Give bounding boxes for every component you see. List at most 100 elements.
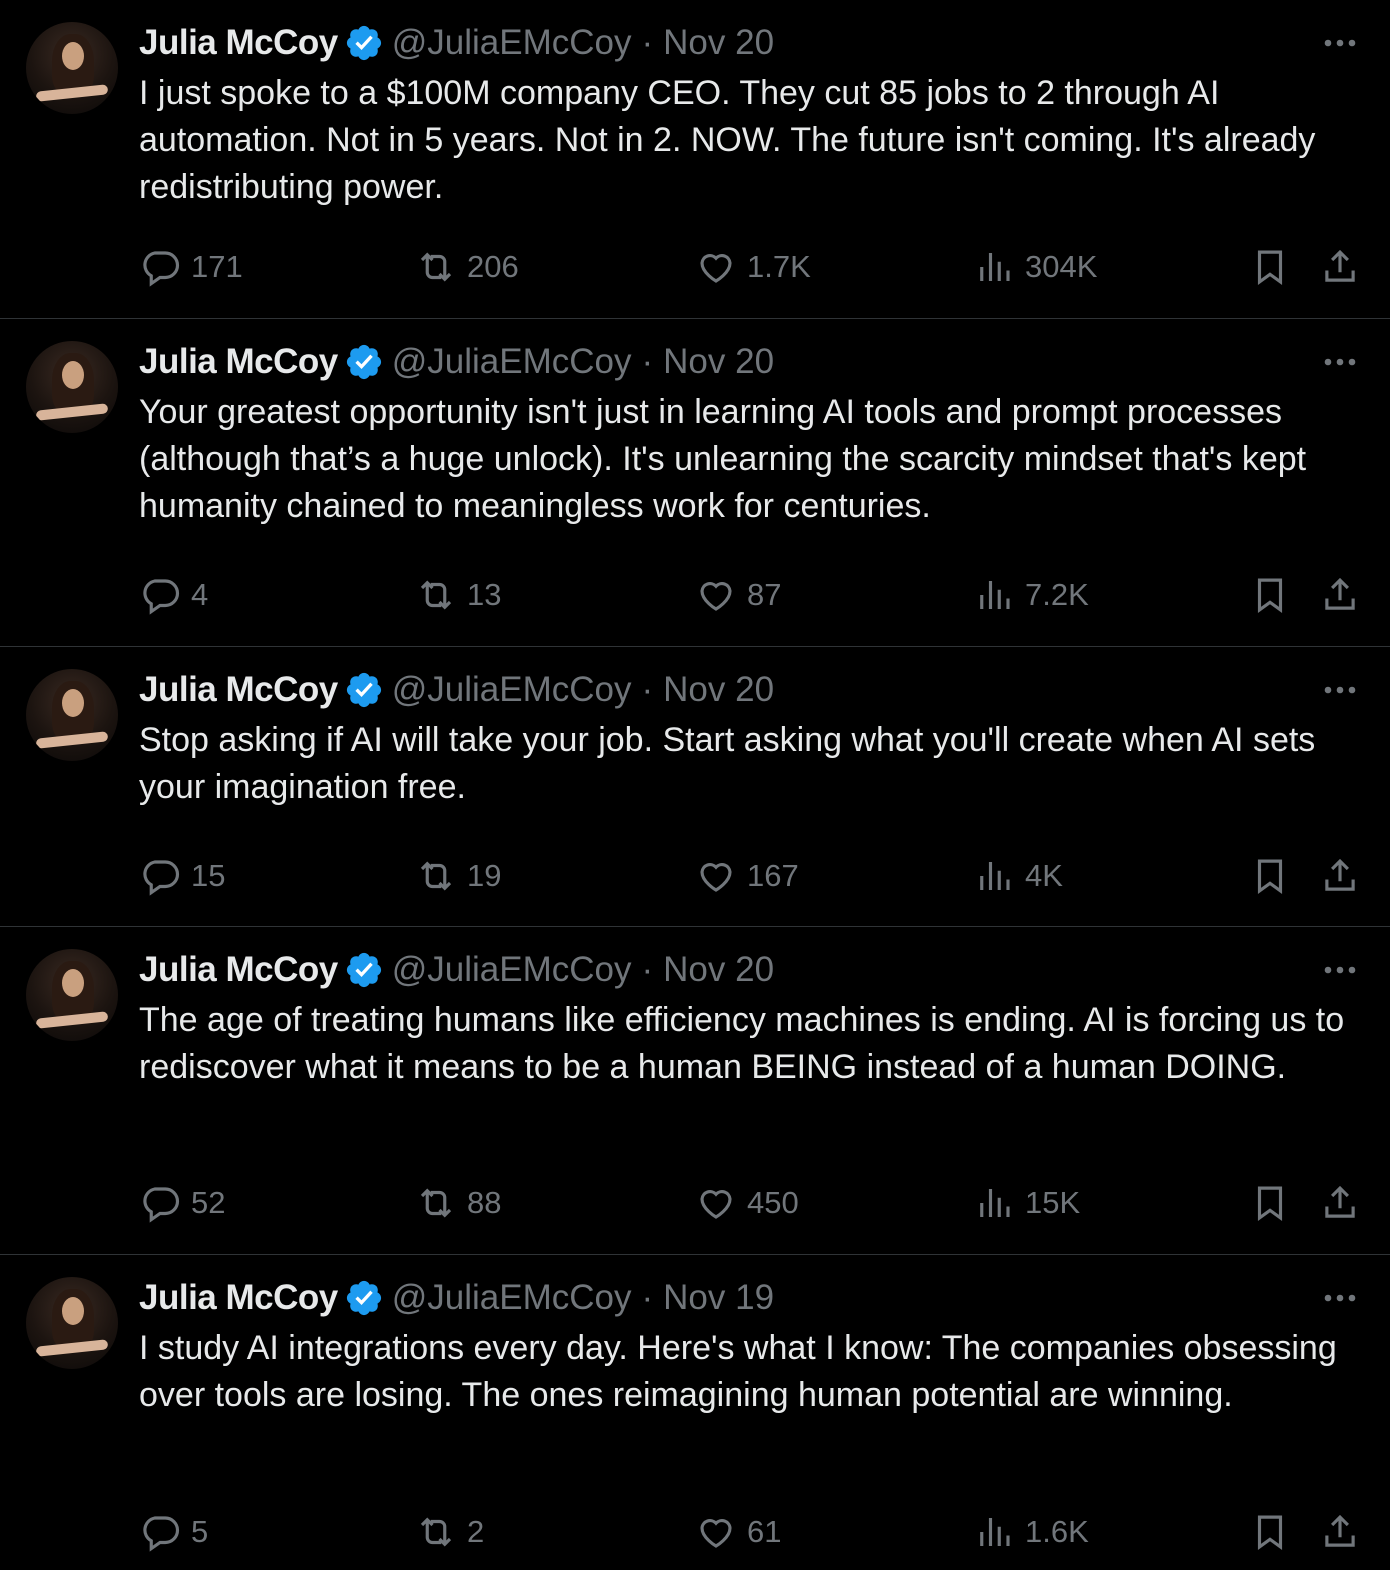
tweet-actions: 5 2 61 1.6K xyxy=(139,1507,1366,1557)
like-button[interactable]: 450 xyxy=(695,1178,799,1228)
repost-button[interactable]: 88 xyxy=(415,1178,501,1228)
views-icon xyxy=(980,1518,1010,1546)
views-button[interactable]: 1.6K xyxy=(973,1507,1089,1557)
tweet-feed: Julia McCoy @JuliaEMcCoy · Nov 20 I just… xyxy=(0,0,1390,1570)
tweet-header: Julia McCoy @JuliaEMcCoy · Nov 20 xyxy=(139,18,1366,68)
bookmark-button[interactable] xyxy=(1249,570,1301,620)
reply-button[interactable]: 171 xyxy=(139,242,243,292)
like-icon xyxy=(700,254,732,283)
repost-count: 13 xyxy=(467,577,502,612)
tweet-date[interactable]: Nov 20 xyxy=(663,23,774,63)
views-count: 1.6K xyxy=(1025,1514,1089,1549)
tweet-text: The age of treating humans like efficien… xyxy=(139,1001,1345,1086)
verified-badge-icon xyxy=(346,672,381,708)
share-button[interactable] xyxy=(1319,1507,1371,1557)
bookmark-button[interactable] xyxy=(1249,851,1301,901)
author-handle[interactable]: @JuliaEMcCoy xyxy=(392,1278,632,1318)
views-count: 4K xyxy=(1025,858,1063,893)
share-button[interactable] xyxy=(1319,1178,1371,1228)
share-icon xyxy=(1325,1185,1355,1218)
share-button[interactable] xyxy=(1319,570,1371,620)
like-icon xyxy=(700,1519,732,1548)
bookmark-icon xyxy=(1257,250,1283,285)
like-button[interactable]: 1.7K xyxy=(695,242,811,292)
author-handle[interactable]: @JuliaEMcCoy xyxy=(392,23,632,63)
repost-button[interactable]: 206 xyxy=(415,242,519,292)
reply-icon xyxy=(143,1187,180,1223)
repost-button[interactable]: 2 xyxy=(415,1507,484,1557)
like-button[interactable]: 61 xyxy=(695,1507,781,1557)
tweet[interactable]: Julia McCoy @JuliaEMcCoy · Nov 19 I stud… xyxy=(0,1255,1390,1570)
repost-button[interactable]: 13 xyxy=(415,570,501,620)
bookmark-icon xyxy=(1257,1186,1283,1221)
tweet-date[interactable]: Nov 20 xyxy=(663,670,774,710)
tweet-text: I study AI integrations every day. Here'… xyxy=(139,1329,1337,1414)
tweet-header: Julia McCoy @JuliaEMcCoy · Nov 19 xyxy=(139,1273,1366,1323)
author-name[interactable]: Julia McCoy xyxy=(139,1278,338,1318)
author-name[interactable]: Julia McCoy xyxy=(139,670,338,710)
views-button[interactable]: 4K xyxy=(973,851,1063,901)
repost-count: 206 xyxy=(467,249,519,284)
author-name[interactable]: Julia McCoy xyxy=(139,23,338,63)
bookmark-icon xyxy=(1257,578,1283,613)
avatar[interactable] xyxy=(26,669,118,761)
reply-button[interactable]: 15 xyxy=(139,851,225,901)
avatar[interactable] xyxy=(26,1277,118,1369)
more-icon[interactable] xyxy=(1320,26,1360,60)
author-name[interactable]: Julia McCoy xyxy=(139,950,338,990)
more-icon[interactable] xyxy=(1320,345,1360,379)
bookmark-button[interactable] xyxy=(1249,1178,1301,1228)
views-count: 304K xyxy=(1025,249,1098,284)
more-icon[interactable] xyxy=(1320,1281,1360,1315)
repost-count: 2 xyxy=(467,1514,485,1549)
like-icon xyxy=(700,863,732,892)
views-count: 15K xyxy=(1025,1185,1081,1220)
tweet-date[interactable]: Nov 20 xyxy=(663,950,774,990)
more-icon[interactable] xyxy=(1320,953,1360,987)
views-button[interactable]: 15K xyxy=(973,1178,1080,1228)
views-icon xyxy=(980,581,1010,609)
tweet-date[interactable]: Nov 20 xyxy=(663,342,774,382)
tweet-content: Julia McCoy @JuliaEMcCoy · Nov 19 I stud… xyxy=(139,1273,1366,1419)
share-button[interactable] xyxy=(1319,242,1371,292)
bookmark-button[interactable] xyxy=(1249,242,1301,292)
views-button[interactable]: 304K xyxy=(973,242,1097,292)
tweet-actions: 52 88 450 15K xyxy=(139,1178,1366,1228)
views-icon xyxy=(980,253,1010,281)
separator: · xyxy=(641,950,654,989)
author-handle[interactable]: @JuliaEMcCoy xyxy=(392,342,632,382)
avatar[interactable] xyxy=(26,22,118,114)
author-handle[interactable]: @JuliaEMcCoy xyxy=(392,670,632,710)
tweet[interactable]: Julia McCoy @JuliaEMcCoy · Nov 20 I just… xyxy=(0,0,1390,319)
tweet[interactable]: Julia McCoy @JuliaEMcCoy · Nov 20 Stop a… xyxy=(0,647,1390,927)
avatar[interactable] xyxy=(26,949,118,1041)
tweet-text: Your greatest opportunity isn't just in … xyxy=(139,393,1307,525)
separator: · xyxy=(641,342,654,381)
repost-button[interactable]: 19 xyxy=(415,851,501,901)
tweet-actions: 15 19 167 4K xyxy=(139,851,1366,901)
reply-button[interactable]: 5 xyxy=(139,1507,208,1557)
bookmark-button[interactable] xyxy=(1249,1507,1301,1557)
tweet-header: Julia McCoy @JuliaEMcCoy · Nov 20 xyxy=(139,337,1366,387)
reply-button[interactable]: 4 xyxy=(139,570,208,620)
author-handle[interactable]: @JuliaEMcCoy xyxy=(392,950,632,990)
reply-button[interactable]: 52 xyxy=(139,1178,225,1228)
avatar[interactable] xyxy=(26,341,118,433)
more-icon[interactable] xyxy=(1320,673,1360,707)
views-icon xyxy=(980,862,1010,890)
views-button[interactable]: 7.2K xyxy=(973,570,1089,620)
reply-icon xyxy=(143,860,180,896)
tweet-date[interactable]: Nov 19 xyxy=(663,1278,774,1318)
author-name[interactable]: Julia McCoy xyxy=(139,342,338,382)
repost-icon xyxy=(420,252,452,282)
tweet-header: Julia McCoy @JuliaEMcCoy · Nov 20 xyxy=(139,945,1366,995)
like-button[interactable]: 87 xyxy=(695,570,781,620)
tweet[interactable]: Julia McCoy @JuliaEMcCoy · Nov 20 The ag… xyxy=(0,927,1390,1255)
like-count: 87 xyxy=(747,577,782,612)
share-button[interactable] xyxy=(1319,851,1371,901)
tweet[interactable]: Julia McCoy @JuliaEMcCoy · Nov 20 Your g… xyxy=(0,319,1390,647)
reply-count: 15 xyxy=(191,858,226,893)
share-icon xyxy=(1325,577,1355,610)
like-count: 1.7K xyxy=(747,249,811,284)
like-button[interactable]: 167 xyxy=(695,851,799,901)
